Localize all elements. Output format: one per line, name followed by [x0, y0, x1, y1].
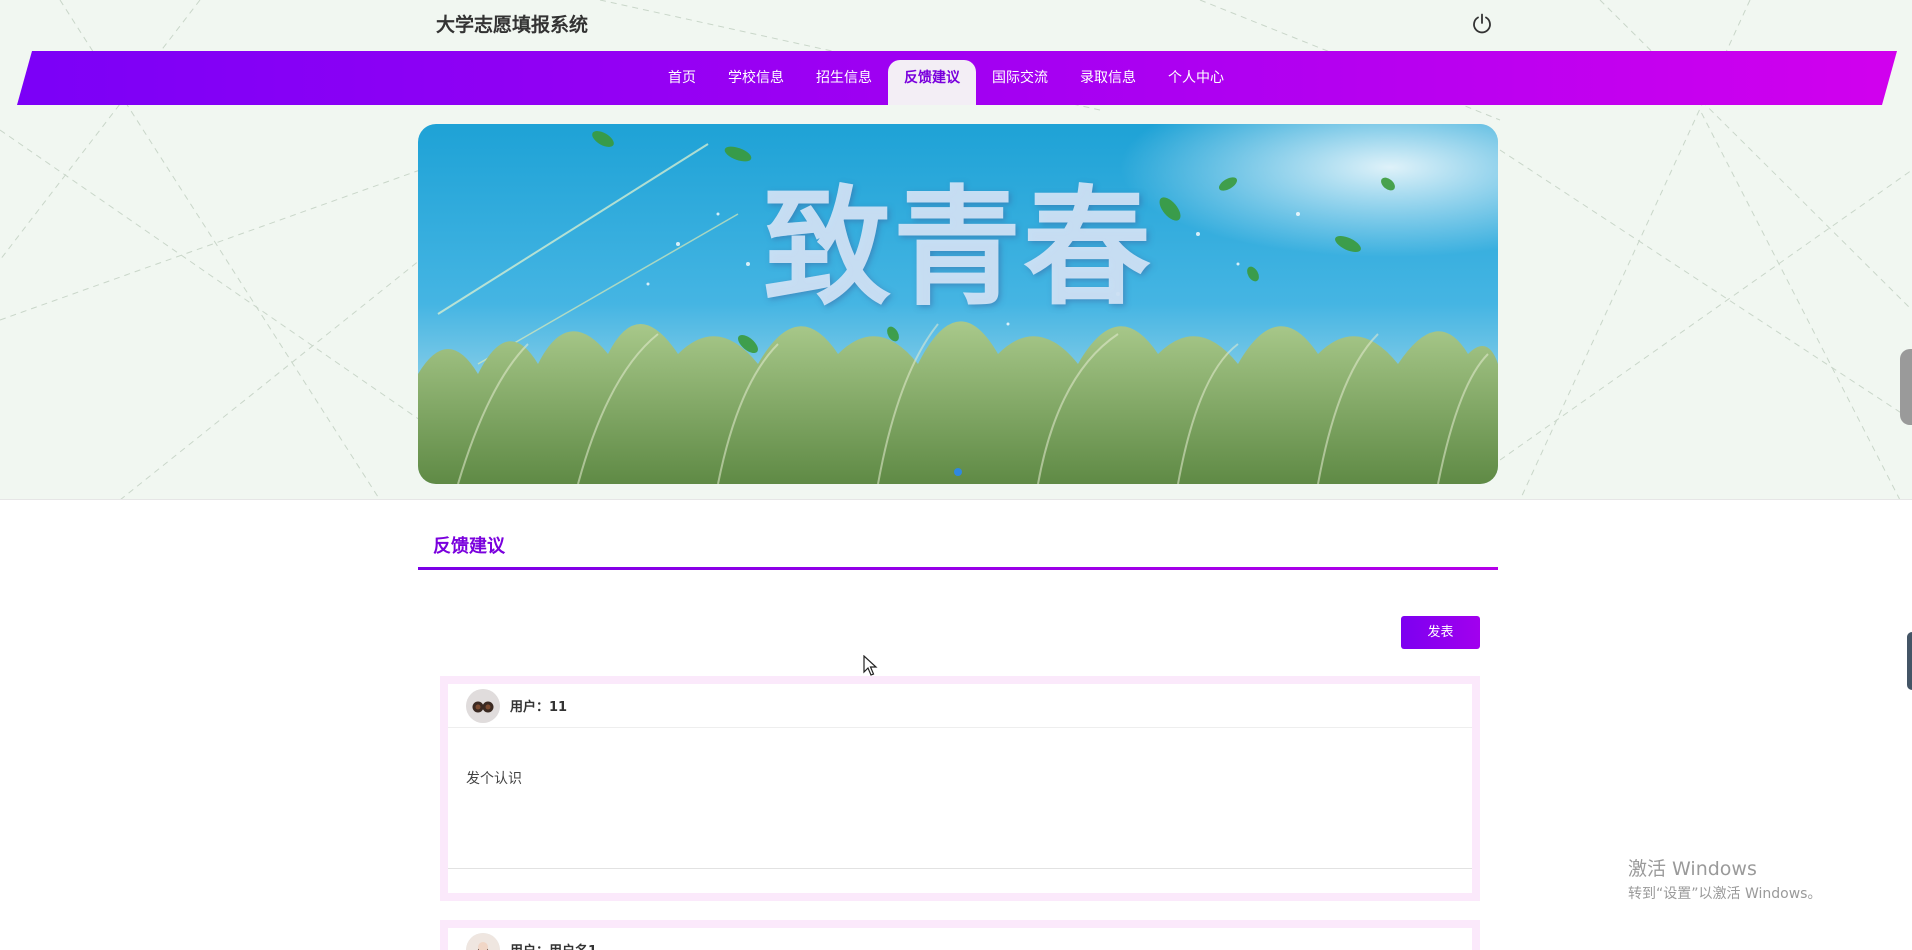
power-icon[interactable] — [1470, 12, 1494, 36]
nav-item-profile[interactable]: 个人中心 — [1152, 60, 1240, 105]
card-header: 用户：用户名1 — [448, 928, 1472, 950]
activation-line2: 转到“设置”以激活 Windows。 — [1628, 886, 1822, 902]
banner-carousel[interactable]: 致青春 — [418, 124, 1498, 484]
card-header: 用户：11 — [448, 684, 1472, 728]
nav-item-home[interactable]: 首页 — [652, 60, 712, 105]
feedback-card[interactable]: 用户：11 发个认识 — [440, 676, 1480, 901]
section-title: 反馈建议 — [433, 536, 505, 557]
card-username: 用户：11 — [510, 700, 568, 715]
avatar — [466, 688, 500, 723]
side-panel-handle[interactable] — [1900, 349, 1912, 425]
feedback-card[interactable]: 用户：用户名1 — [440, 920, 1480, 950]
card-content: 发个认识 — [448, 728, 1472, 869]
main-nav: 首页 学校信息 招生信息 反馈建议 国际交流 录取信息 个人中心 — [652, 60, 1240, 105]
carousel-indicator[interactable] — [954, 468, 962, 476]
post-button[interactable]: 发表 — [1401, 616, 1480, 649]
avatar — [466, 932, 500, 950]
mouse-cursor-icon — [863, 655, 878, 676]
card-username: 用户：用户名1 — [510, 940, 597, 950]
side-scroll-handle[interactable] — [1907, 632, 1912, 690]
nav-item-international[interactable]: 国际交流 — [976, 60, 1064, 105]
app-title: 大学志愿填报系统 — [436, 14, 589, 36]
header-area: 大学志愿填报系统 首页 学校信息 招生信息 反馈建议 国际交流 录取信息 个人中… — [0, 0, 1912, 500]
banner-title: 致青春 — [762, 174, 1153, 323]
section-divider — [418, 567, 1498, 570]
nav-item-school-info[interactable]: 学校信息 — [712, 60, 800, 105]
activation-line1: 激活 Windows — [1628, 858, 1757, 880]
windows-activation-watermark: 激活 Windows 转到“设置”以激活 Windows。 — [1628, 854, 1821, 903]
nav-item-admission-info[interactable]: 招生信息 — [800, 60, 888, 105]
nav-item-feedback[interactable]: 反馈建议 — [888, 60, 976, 105]
nav-item-enrollment[interactable]: 录取信息 — [1064, 60, 1152, 105]
